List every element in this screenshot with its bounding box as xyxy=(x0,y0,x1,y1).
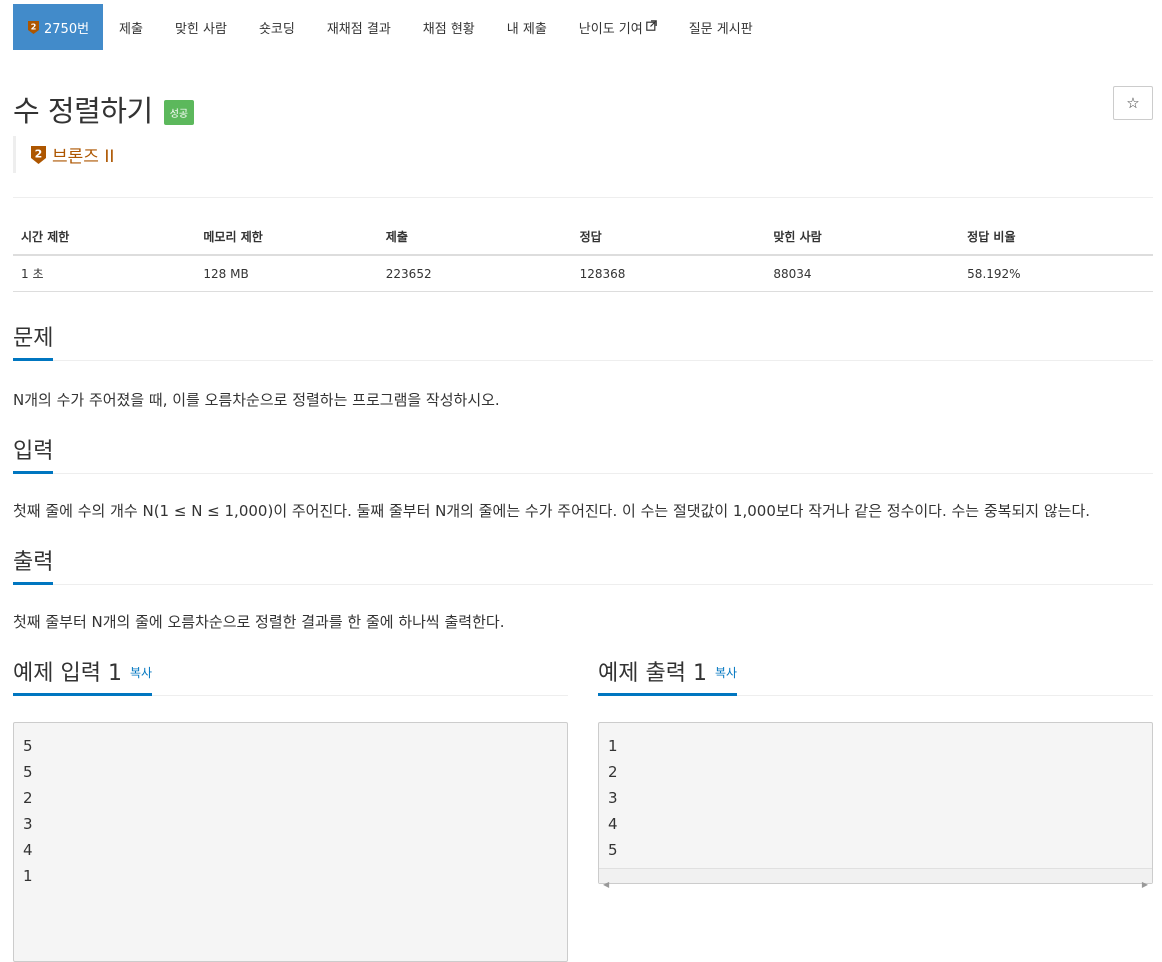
output-section: 출력 첫째 줄부터 N개의 줄에 오름차순으로 정렬한 결과를 한 줄에 하나씩… xyxy=(13,550,1153,633)
nav-difficulty-contribution[interactable]: 난이도 기여 xyxy=(563,4,673,50)
sample-input-line: 1 xyxy=(23,867,33,885)
description-text: N개의 수가 주어졌을 때, 이를 오름차순으로 정렬하는 프로그램을 작성하시… xyxy=(13,391,500,409)
sample-output: 예제 출력 1 복사 1 2 3 4 5 ◀ ▶ xyxy=(598,661,1153,962)
table-row: 1 초 128 MB 223652 128368 88034 58.192% xyxy=(13,255,1153,292)
nav-solvers[interactable]: 맞힌 사람 xyxy=(159,4,243,50)
problem-menu: 2 2750번 제출 맞힌 사람 숏코딩 재채점 결과 채점 현황 내 제출 난… xyxy=(13,4,1153,50)
sample-input-line: 5 xyxy=(23,763,33,781)
star-icon: ☆ xyxy=(1126,94,1140,112)
sample-output-line: 2 xyxy=(608,763,618,781)
sample-input-title: 예제 입력 1 복사 xyxy=(13,661,153,696)
output-title: 출력 xyxy=(13,550,54,585)
svg-text:2: 2 xyxy=(31,22,37,31)
favorite-button[interactable]: ☆ xyxy=(1113,86,1153,120)
cell-accepted: 128368 xyxy=(571,255,766,292)
scroll-right-icon[interactable]: ▶ xyxy=(1142,872,1148,898)
nav-problem-number-label: 2750번 xyxy=(44,21,90,37)
nav-my-submissions[interactable]: 내 제출 xyxy=(491,4,563,50)
sample-input-line: 5 xyxy=(23,737,33,755)
tier-name[interactable]: 브론즈 II xyxy=(52,142,114,167)
svg-text:2: 2 xyxy=(35,147,43,160)
header-memory-limit: 메모리 제한 xyxy=(195,218,378,256)
nav-status[interactable]: 채점 현황 xyxy=(407,4,491,50)
header-solvers: 맞힌 사람 xyxy=(765,218,960,256)
table-header-row: 시간 제한 메모리 제한 제출 정답 맞힌 사람 정답 비율 xyxy=(13,218,1153,256)
nav-rejudge-results[interactable]: 재채점 결과 xyxy=(311,4,407,50)
page-title: 수 정렬하기 xyxy=(13,94,153,128)
cell-time-limit: 1 초 xyxy=(13,255,196,292)
nav-question-board[interactable]: 질문 게시판 xyxy=(673,4,769,50)
sample-output-line: 3 xyxy=(608,789,618,807)
sample-output-title: 예제 출력 1 복사 xyxy=(598,661,738,696)
problem-info-table: 시간 제한 메모리 제한 제출 정답 맞힌 사람 정답 비율 1 초 128 M… xyxy=(13,218,1153,292)
sample-output-box[interactable]: 1 2 3 4 5 ◀ ▶ xyxy=(598,722,1153,889)
copy-input-button[interactable]: 복사 xyxy=(130,666,152,680)
result-badge: 성공 xyxy=(163,99,195,125)
header-submissions: 제출 xyxy=(377,218,572,256)
sample-input-line: 3 xyxy=(23,815,33,833)
input-section: 입력 첫째 줄에 수의 개수 N(1 ≤ N ≤ 1,000)이 주어진다. 둘… xyxy=(13,439,1153,522)
samples: 예제 입력 1복사 5 5 2 3 4 1 예제 출력 1복사 1 2 3 xyxy=(13,661,1153,962)
input-title: 입력 xyxy=(13,439,54,474)
external-link-icon xyxy=(645,19,657,35)
header-time-limit: 시간 제한 xyxy=(13,218,196,256)
description-title: 문제 xyxy=(13,326,54,361)
sample-output-line: 5 xyxy=(608,841,618,859)
sample-output-line: 4 xyxy=(608,815,618,833)
section-head: 입력 xyxy=(13,439,1153,474)
bronze-tier-icon: 2 xyxy=(30,145,47,165)
cell-solvers: 88034 xyxy=(765,255,960,292)
sample-input-line: 4 xyxy=(23,841,33,859)
copy-output-button[interactable]: 복사 xyxy=(715,666,737,680)
header-accept-ratio: 정답 비율 xyxy=(959,218,1153,256)
description-section: 문제 N개의 수가 주어졌을 때, 이를 오름차순으로 정렬하는 프로그램을 작… xyxy=(13,326,1153,411)
sample-input: 예제 입력 1 복사 5 5 2 3 4 1 xyxy=(13,661,568,962)
divider xyxy=(13,197,1153,198)
section-head: 출력 xyxy=(13,550,1153,585)
tier-line: 2 브론즈 II xyxy=(13,136,1153,173)
page: 2 2750번 제출 맞힌 사람 숏코딩 재채점 결과 채점 현황 내 제출 난… xyxy=(13,0,1153,962)
section-head: 예제 입력 1 복사 xyxy=(13,661,568,696)
header-accepted: 정답 xyxy=(571,218,766,256)
nav-problem-number[interactable]: 2 2750번 xyxy=(13,4,104,50)
scroll-left-icon[interactable]: ◀ xyxy=(603,872,609,898)
nav-short-coding[interactable]: 숏코딩 xyxy=(243,4,311,50)
input-text: 첫째 줄에 수의 개수 N(1 ≤ N ≤ 1,000)이 주어진다. 둘째 줄… xyxy=(13,502,1091,520)
horizontal-scrollbar[interactable]: ◀ ▶ xyxy=(599,868,1152,889)
sample-output-line: 1 xyxy=(608,737,618,755)
cell-accept-ratio: 58.192% xyxy=(959,255,1153,292)
nav-submit[interactable]: 제출 xyxy=(103,4,159,50)
sample-input-line: 2 xyxy=(23,789,33,807)
section-head: 문제 xyxy=(13,326,1153,361)
title-row: 수 정렬하기 성공 ☆ xyxy=(13,86,1153,128)
output-text: 첫째 줄부터 N개의 줄에 오름차순으로 정렬한 결과를 한 줄에 하나씩 출력… xyxy=(13,613,505,631)
cell-submissions: 223652 xyxy=(377,255,572,292)
section-head: 예제 출력 1 복사 xyxy=(598,661,1153,696)
cell-memory-limit: 128 MB xyxy=(195,255,378,292)
bronze-tier-icon: 2 xyxy=(27,20,40,35)
sample-input-box[interactable]: 5 5 2 3 4 1 xyxy=(13,722,568,962)
